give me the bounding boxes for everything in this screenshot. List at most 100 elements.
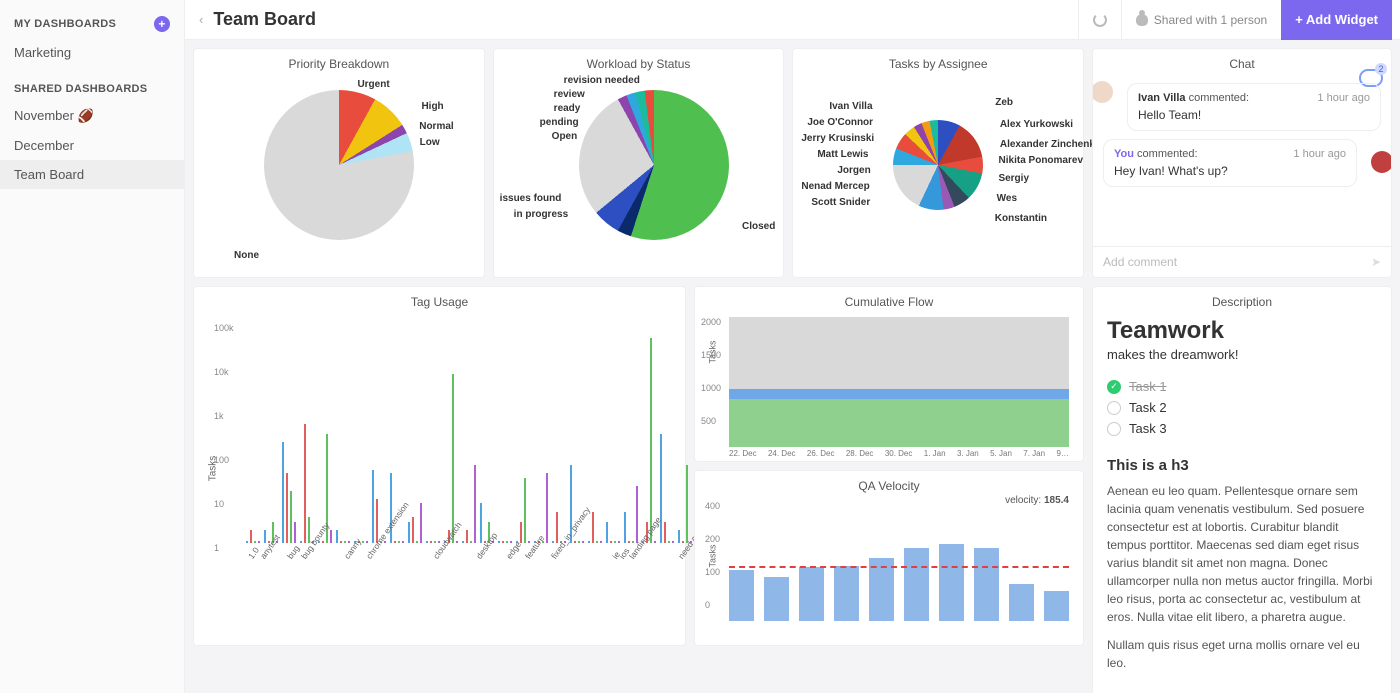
- qa-chart: 4002001000: [729, 501, 1069, 621]
- workload-status-card: Workload by Status revision needed revie…: [493, 48, 785, 278]
- checkbox-icon[interactable]: [1107, 422, 1121, 436]
- checkbox-icon[interactable]: ✓: [1107, 380, 1121, 394]
- lbl-issues: issues found: [500, 193, 562, 204]
- desc-paragraph: Aenean eu leo quam. Pellentesque ornare …: [1107, 482, 1377, 626]
- chat-text: Hello Team!: [1138, 108, 1370, 122]
- task-item[interactable]: Task 3: [1107, 418, 1377, 439]
- avatar: [1093, 81, 1113, 103]
- xtick: 28. Dec: [846, 449, 874, 458]
- ytick: 0: [705, 600, 710, 610]
- sidebar-item[interactable]: Team Board: [0, 160, 184, 189]
- task-label: Task 1: [1129, 379, 1167, 394]
- ytick: 400: [705, 501, 720, 511]
- tag-bar: [650, 338, 652, 543]
- ytick: 1: [214, 543, 219, 553]
- add-dashboard-button[interactable]: +: [154, 16, 170, 32]
- main: ‹ Team Board Shared with 1 person + Add …: [185, 0, 1400, 693]
- lbl-sergiy: Sergiy: [998, 173, 1029, 184]
- sidebar: MY DASHBOARDS + Marketing SHARED DASHBOA…: [0, 0, 185, 693]
- tag-bar: [304, 424, 306, 543]
- area-layer: [729, 399, 1069, 447]
- tag-bar: [264, 530, 266, 543]
- tag-bar: [300, 541, 302, 543]
- tag-bar: [286, 473, 288, 543]
- desc-paragraph: Nullam quis risus eget urna mollis ornar…: [1107, 636, 1377, 672]
- qa-bar: [729, 570, 754, 621]
- tag-bar: [254, 541, 256, 543]
- desc-title: Description: [1107, 287, 1377, 313]
- xtick: 5. Jan: [990, 449, 1012, 458]
- qa-bar: [1044, 591, 1069, 621]
- tag-usage-card: Tag Usage Tasks 100k10k1k100101 1.0anyte…: [193, 286, 686, 646]
- ytick: 2000: [701, 317, 721, 327]
- lbl-urgent: Urgent: [357, 79, 389, 90]
- lbl-normal: Normal: [419, 121, 453, 132]
- lbl-low: Low: [420, 137, 440, 148]
- chat-text: Hey Ivan! What's up?: [1114, 164, 1346, 178]
- topbar: ‹ Team Board Shared with 1 person + Add …: [185, 0, 1400, 40]
- shared-dashboards-header: SHARED DASHBOARDS: [0, 77, 184, 101]
- sidebar-item[interactable]: December: [0, 131, 184, 160]
- lbl-none: None: [234, 250, 259, 261]
- task-item[interactable]: Task 2: [1107, 397, 1377, 418]
- ytick: 200: [705, 534, 720, 544]
- xtick: 24. Dec: [768, 449, 796, 458]
- qa-bar: [834, 566, 859, 621]
- chat-time: 1 hour ago: [1293, 148, 1346, 160]
- chat-message: Ivan Villa commented:1 hour ago Hello Te…: [1127, 83, 1381, 131]
- cumulative-flow-card: Cumulative Flow Tasks 200015001000500 22…: [694, 286, 1084, 462]
- send-icon[interactable]: ➤: [1371, 255, 1381, 269]
- shared-with-label: Shared with 1 person: [1154, 13, 1267, 27]
- back-button[interactable]: ‹: [193, 12, 209, 27]
- lbl-high: High: [421, 101, 443, 112]
- qa-bar: [939, 544, 964, 621]
- tag-bar: [258, 541, 260, 543]
- tasks-assignee-card: Tasks by Assignee Ivan Villa Joe O'Conno…: [792, 48, 1084, 278]
- ytick: 1000: [701, 383, 721, 393]
- board: Priority Breakdown Urgent High Normal Lo…: [185, 40, 1400, 693]
- tag-bar: [250, 530, 252, 543]
- tag-bar: [524, 478, 526, 543]
- chat-body: Ivan Villa commented:1 hour ago Hello Te…: [1093, 75, 1391, 246]
- xtick: 1. Jan: [924, 449, 946, 458]
- tag-bar: [372, 470, 374, 543]
- ytick: 100k: [214, 323, 234, 333]
- ytick: 10: [214, 499, 224, 509]
- lbl-nenad: Nenad Mercep: [801, 181, 869, 192]
- tag-bar: [474, 465, 476, 543]
- lbl-jorgen: Jorgen: [837, 165, 870, 176]
- tag-bar: [520, 522, 522, 543]
- cumflow-chart: 200015001000500: [729, 317, 1069, 447]
- xtick: 7. Jan: [1023, 449, 1045, 458]
- lbl-konst: Konstantin: [995, 213, 1047, 224]
- task-item[interactable]: ✓ Task 1: [1107, 376, 1377, 397]
- tag-chart: Tasks 100k10k1k100101 1.0anytestbugbug b…: [214, 313, 665, 613]
- tag-title: Tag Usage: [194, 287, 685, 313]
- shared-with-button[interactable]: Shared with 1 person: [1121, 0, 1281, 40]
- ytick: 100: [705, 567, 720, 577]
- xtick: 22. Dec: [729, 449, 757, 458]
- lbl-review: review: [554, 89, 585, 100]
- add-widget-button[interactable]: + Add Widget: [1281, 0, 1392, 40]
- shared-dashboards-label: SHARED DASHBOARDS: [14, 83, 147, 95]
- assignee-pie: [893, 120, 983, 210]
- page-title: Team Board: [213, 9, 316, 30]
- assignee-title: Tasks by Assignee: [793, 49, 1083, 75]
- person-icon: [1136, 14, 1148, 26]
- refresh-button[interactable]: [1078, 0, 1121, 40]
- lbl-open: Open: [552, 131, 578, 142]
- avatar: [1371, 151, 1391, 173]
- tag-bar: [452, 374, 454, 543]
- lbl-scott: Scott Snider: [811, 197, 870, 208]
- qa-bar: [764, 577, 789, 621]
- sidebar-item[interactable]: Marketing: [0, 38, 184, 67]
- qa-title: QA Velocity: [695, 471, 1083, 497]
- lbl-ivan: Ivan Villa: [829, 101, 872, 112]
- lbl-zeb: Zeb: [995, 97, 1013, 108]
- tag-bar: [556, 512, 558, 543]
- xtick: 3. Jan: [957, 449, 979, 458]
- sidebar-item[interactable]: November 🏈: [0, 101, 184, 131]
- chat-input[interactable]: Add comment ➤: [1093, 246, 1391, 277]
- tag-bar: [246, 541, 248, 543]
- checkbox-icon[interactable]: [1107, 401, 1121, 415]
